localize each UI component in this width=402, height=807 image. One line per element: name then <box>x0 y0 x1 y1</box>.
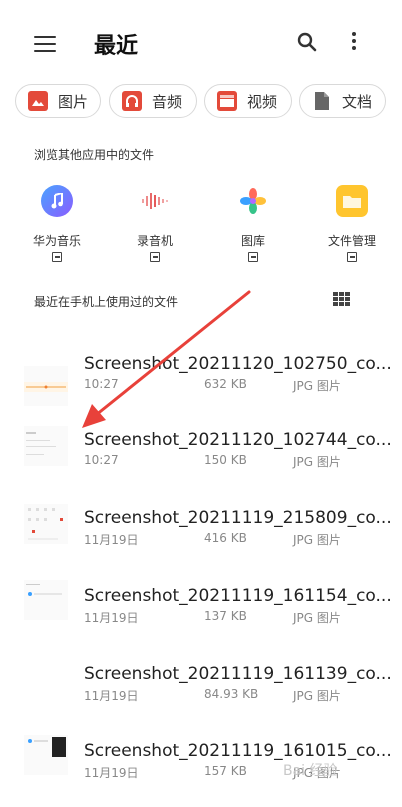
file-time: 11月19日 <box>84 611 139 625</box>
document-icon <box>312 91 332 111</box>
file-size: 150 KB <box>204 453 247 467</box>
file-thumbnail <box>24 580 68 620</box>
open-external-icon <box>248 252 258 262</box>
file-row[interactable]: Screenshot_20211120_102744_co... 10:27 1… <box>0 424 402 494</box>
app-gallery[interactable]: 图库 <box>213 180 293 262</box>
file-row[interactable]: Screenshot_20211119_161139_co... 11月19日 … <box>0 658 402 728</box>
file-name: Screenshot_20211119_161139_co... <box>84 664 392 684</box>
app-name: 图库 <box>240 234 265 248</box>
chip-images[interactable]: 图片 <box>15 84 101 118</box>
file-row[interactable]: Screenshot_20211120_102750_co... 10:27 6… <box>0 348 402 418</box>
app-bar: 最近 <box>0 0 402 84</box>
file-name: Screenshot_20211119_161154_co... <box>84 586 392 606</box>
file-type: JPG 图片 <box>293 533 341 547</box>
file-type: JPG 图片 <box>293 379 341 393</box>
file-thumbnail <box>24 735 68 775</box>
app-name: 文件管理 <box>327 234 376 248</box>
search-icon[interactable] <box>295 30 319 54</box>
more-options-icon[interactable] <box>350 30 358 54</box>
file-thumbnail <box>24 366 68 406</box>
watermark: Bai 经验 <box>283 763 338 779</box>
file-name: Screenshot_20211120_102744_co... <box>84 430 392 450</box>
file-type: JPG 图片 <box>293 611 341 625</box>
file-time: 10:27 <box>84 377 119 391</box>
gallery-icon <box>237 185 269 217</box>
file-time: 10:27 <box>84 453 119 467</box>
file-time: 11月19日 <box>84 766 139 780</box>
page-title: 最近 <box>94 34 139 59</box>
menu-icon[interactable] <box>34 36 56 52</box>
file-name: Screenshot_20211120_102750_co... <box>84 354 392 374</box>
chip-label: 视频 <box>247 92 278 111</box>
file-size: 632 KB <box>204 377 247 391</box>
chip-documents[interactable]: 文档 <box>299 84 386 118</box>
file-time: 11月19日 <box>84 689 139 703</box>
app-huawei-music[interactable]: 华为音乐 <box>17 180 97 262</box>
file-size: 157 KB <box>204 764 247 778</box>
chip-label: 音频 <box>152 92 183 111</box>
file-thumbnail <box>24 426 68 466</box>
file-row[interactable]: Screenshot_20211119_215809_co... 11月19日 … <box>0 502 402 572</box>
file-type: JPG 图片 <box>293 455 341 469</box>
image-icon <box>28 91 48 111</box>
grid-view-icon[interactable] <box>333 292 351 308</box>
app-name: 华为音乐 <box>32 234 81 248</box>
file-thumbnail <box>24 658 68 698</box>
app-shortcuts: 华为音乐 录音机 图库 文件管理 <box>0 180 402 270</box>
open-external-icon <box>150 252 160 262</box>
file-size: 137 KB <box>204 609 247 623</box>
app-file-manager[interactable]: 文件管理 <box>312 180 392 262</box>
chip-video[interactable]: 视频 <box>204 84 292 118</box>
recent-section-label: 最近在手机上使用过的文件 <box>34 295 179 309</box>
open-external-icon <box>347 252 357 262</box>
file-size: 84.93 KB <box>204 687 259 701</box>
file-size: 416 KB <box>204 531 247 545</box>
file-name: Screenshot_20211119_215809_co... <box>84 508 392 528</box>
open-external-icon <box>52 252 62 262</box>
app-name: 录音机 <box>136 234 173 248</box>
file-thumbnail <box>24 504 68 544</box>
file-type: JPG 图片 <box>293 689 341 703</box>
file-time: 11月19日 <box>84 533 139 547</box>
file-name: Screenshot_20211119_161015_co... <box>84 741 392 761</box>
headphone-icon <box>122 91 142 111</box>
browse-section-label: 浏览其他应用中的文件 <box>34 148 155 162</box>
music-icon <box>41 185 73 217</box>
file-row[interactable]: Screenshot_20211119_161015_co... 11月19日 … <box>0 735 402 805</box>
chip-label: 文档 <box>342 92 373 111</box>
waveform-icon <box>139 185 171 217</box>
clapperboard-icon <box>217 91 237 111</box>
folder-icon <box>336 185 368 217</box>
chip-label: 图片 <box>58 92 89 111</box>
category-chips: 图片 音频 视频 文档 <box>14 84 394 120</box>
file-row[interactable]: Screenshot_20211119_161154_co... 11月19日 … <box>0 580 402 650</box>
app-recorder[interactable]: 录音机 <box>115 180 195 262</box>
chip-audio[interactable]: 音频 <box>109 84 197 118</box>
